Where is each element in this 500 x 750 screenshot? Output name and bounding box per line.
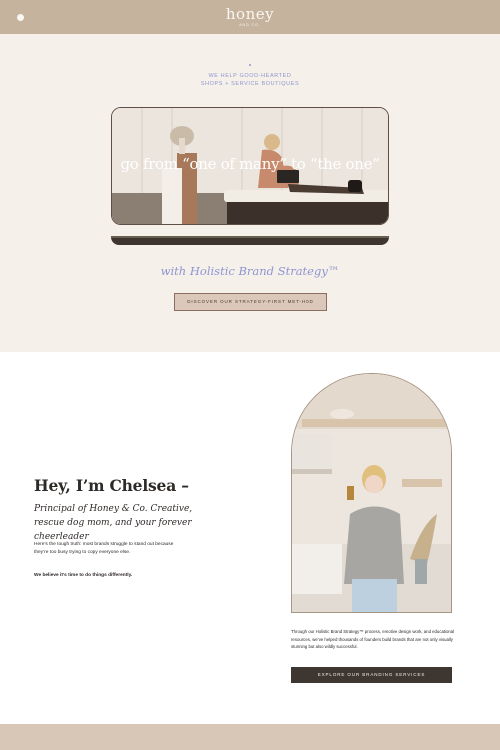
kicker-line-1: WE HELP GOOD-HEARTED: [208, 73, 292, 79]
hero-section: WE HELP GOOD-HEARTED SHOPS + SERVICE BOU…: [0, 34, 500, 352]
about-role: Principal of Honey & Co. Creative, rescu…: [34, 504, 193, 542]
explore-services-button[interactable]: EXPLORE OUR BRANDING SERVICES: [291, 667, 452, 683]
portrait-illustration: [292, 374, 451, 612]
site-logo[interactable]: honey AND CO.: [0, 6, 500, 27]
about-section: Hey, I’m Chelsea – Principal of Honey & …: [0, 352, 500, 724]
discover-method-button[interactable]: DISCOVER OUR STRATEGY-FIRST MET-H0D: [174, 293, 327, 311]
process-description: Through our Holistic Brand Strategy™ pro…: [291, 629, 455, 649]
footer-band: [0, 724, 500, 750]
hero-subheadline: with Holistic Brand Strategy™: [160, 264, 340, 278]
hero-photo: go from “one of many” to “the one”: [111, 107, 389, 225]
about-title: Hey, I’m Chelsea –: [34, 476, 189, 495]
logo-wordmark: honey: [225, 5, 275, 23]
logo-subtext: AND CO.: [239, 23, 261, 27]
about-emphasis: We believe it’s time to do things differ…: [34, 573, 133, 578]
hero-kicker: WE HELP GOOD-HEARTED SHOPS + SERVICE BOU…: [0, 72, 500, 88]
kicker-line-2: SHOPS + SERVICE BOUTIQUES: [200, 81, 300, 87]
decorative-dot: [249, 64, 251, 66]
portrait-photo: [291, 373, 452, 613]
hero-photo-reflection: [111, 236, 389, 245]
site-header: honey AND CO.: [0, 0, 500, 34]
hero-headline: go from “one of many” to “the one”: [120, 155, 380, 173]
about-intro: Here’s the tough truth: most brands stru…: [34, 542, 174, 555]
